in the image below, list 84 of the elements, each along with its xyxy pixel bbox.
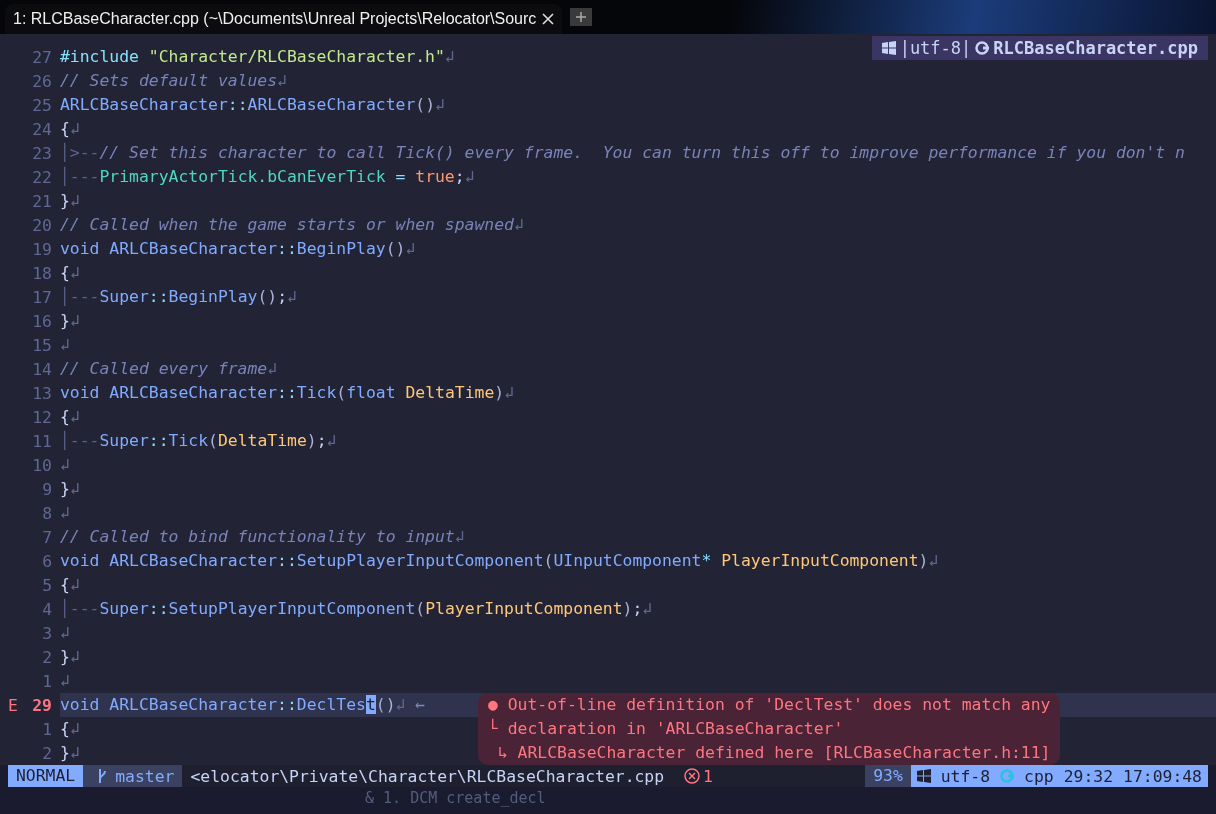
code-line: }↲ bbox=[60, 190, 80, 212]
line-number: 2 bbox=[42, 647, 52, 667]
line-number: 11 bbox=[32, 431, 52, 451]
plus-icon bbox=[576, 12, 587, 22]
line-number: 10 bbox=[32, 455, 52, 475]
error-icon bbox=[684, 768, 701, 784]
line-number: 19 bbox=[32, 239, 52, 259]
encoding-label: |utf-8| bbox=[899, 38, 972, 58]
code-line: ↲ bbox=[60, 670, 70, 692]
code-line: // Called every frame↲ bbox=[60, 358, 278, 380]
code-line: void ARLCBaseCharacter::BeginPlay()↲ bbox=[60, 238, 416, 260]
encoding-label: utf-8 bbox=[940, 766, 991, 786]
code-line: // Sets default values↲ bbox=[60, 70, 287, 92]
line-number: 1 bbox=[42, 671, 52, 691]
cpp-file-icon bbox=[975, 41, 990, 55]
file-name: RLCBaseCharacter.cpp bbox=[993, 38, 1198, 58]
line-number: 26 bbox=[32, 71, 52, 91]
git-branch: master bbox=[83, 765, 183, 787]
code-line: ↲ bbox=[60, 454, 70, 476]
line-number: 7 bbox=[42, 527, 52, 547]
code-line: ARLCBaseCharacter::ARLCBaseCharacter()↲ bbox=[60, 94, 445, 116]
line-number: 14 bbox=[32, 359, 52, 379]
clock: 17:09:48 bbox=[1123, 766, 1202, 786]
code-line: {↲ bbox=[60, 262, 80, 284]
line-number: 22 bbox=[32, 167, 52, 187]
windows-icon bbox=[916, 769, 931, 783]
line-number: 20 bbox=[32, 215, 52, 235]
code-line: void ARLCBaseCharacter::DeclTest()↲ ← bbox=[60, 694, 426, 716]
line-number: 5 bbox=[42, 575, 52, 595]
line-number: 8 bbox=[42, 503, 52, 523]
line-number: 18 bbox=[32, 263, 52, 283]
code-line: ↲ bbox=[60, 334, 70, 356]
file-type: cpp bbox=[1024, 766, 1054, 786]
line-number: 9 bbox=[42, 479, 52, 499]
code-line: }↲ bbox=[60, 478, 80, 500]
line-number: 6 bbox=[42, 551, 52, 571]
code-line: }↲ bbox=[60, 742, 80, 764]
line-number: 23 bbox=[32, 143, 52, 163]
line-number: 4 bbox=[42, 599, 52, 619]
code-line: {↲ bbox=[60, 406, 80, 428]
cursor-position: 29:32 bbox=[1063, 766, 1114, 786]
code-line: #include "Character/RLCBaseCharacter.h"↲ bbox=[60, 46, 455, 68]
error-sign: E bbox=[7, 695, 18, 715]
new-tab-button[interactable] bbox=[570, 8, 593, 26]
code-line: │>--// Set this character to call Tick() every frame. You can turn this off to improve performance if you don't n bbox=[60, 141, 1185, 164]
line-number: 25 bbox=[32, 95, 52, 115]
code-line: ↲ bbox=[60, 622, 70, 644]
line-number: 17 bbox=[32, 287, 52, 307]
command-line: & 1. DCM create_decl bbox=[364, 789, 547, 807]
scroll-percent: 93% bbox=[865, 765, 911, 787]
code-line: │---Super::SetupPlayerInputComponent(PlayerInputComponent);↲ bbox=[60, 597, 653, 620]
code-line: // Called to bind functionality to input↲ bbox=[60, 526, 465, 548]
code-line: {↲ bbox=[60, 574, 80, 596]
line-number: 3 bbox=[42, 623, 52, 643]
code-line: │---PrimaryActorTick.bCanEverTick = true;↲ bbox=[60, 165, 475, 188]
windows-icon bbox=[881, 41, 896, 55]
line-number: 21 bbox=[32, 191, 52, 211]
file-path: <elocator\Private\Character\RLCBaseCharacter.cpp bbox=[189, 766, 665, 786]
line-number: 24 bbox=[32, 119, 52, 139]
code-line: }↲ bbox=[60, 646, 80, 668]
code-line: │---Super::Tick(DeltaTime);↲ bbox=[60, 429, 337, 452]
line-number: 15 bbox=[32, 335, 52, 355]
code-line: ↲ bbox=[60, 502, 70, 524]
line-number: 12 bbox=[32, 407, 52, 427]
line-number: 1 bbox=[42, 719, 52, 739]
line-number: 29 bbox=[32, 695, 52, 715]
mode-indicator: NORMAL bbox=[8, 765, 84, 787]
code-line: // Called when the game starts or when spawned↲ bbox=[60, 214, 524, 236]
code-line: {↲ bbox=[60, 118, 80, 140]
error-count: 1 bbox=[703, 766, 713, 786]
code-line: {↲ bbox=[60, 718, 80, 740]
diagnostic-message: ● Out-of-line definition of 'DeclTest' does not match any └ declaration in 'ARLCBaseCharacter' ↳ ARLCBaseCharacter defined here [RLCBaseCharacter.h:11] bbox=[478, 693, 1061, 765]
code-line: void ARLCBaseCharacter::Tick(float DeltaTime)↲ bbox=[60, 382, 514, 404]
editor-tab[interactable]: 1: RLCBaseCharacter.cpp (~\Documents\Unreal Projects\Relocator\Sourc bbox=[5, 4, 563, 34]
code-line: │---Super::BeginPlay();↲ bbox=[60, 285, 297, 308]
branch-icon bbox=[97, 768, 108, 784]
cpp-file-icon bbox=[1000, 769, 1015, 783]
code-line: void ARLCBaseCharacter::SetupPlayerInputComponent(UInputComponent* PlayerInputComponent)↲ bbox=[60, 550, 939, 572]
close-icon[interactable] bbox=[542, 13, 555, 25]
code-line: }↲ bbox=[60, 310, 80, 332]
line-number: 2 bbox=[42, 743, 52, 763]
line-number: 13 bbox=[32, 383, 52, 403]
line-number: 16 bbox=[32, 311, 52, 331]
line-number: 27 bbox=[32, 47, 52, 67]
